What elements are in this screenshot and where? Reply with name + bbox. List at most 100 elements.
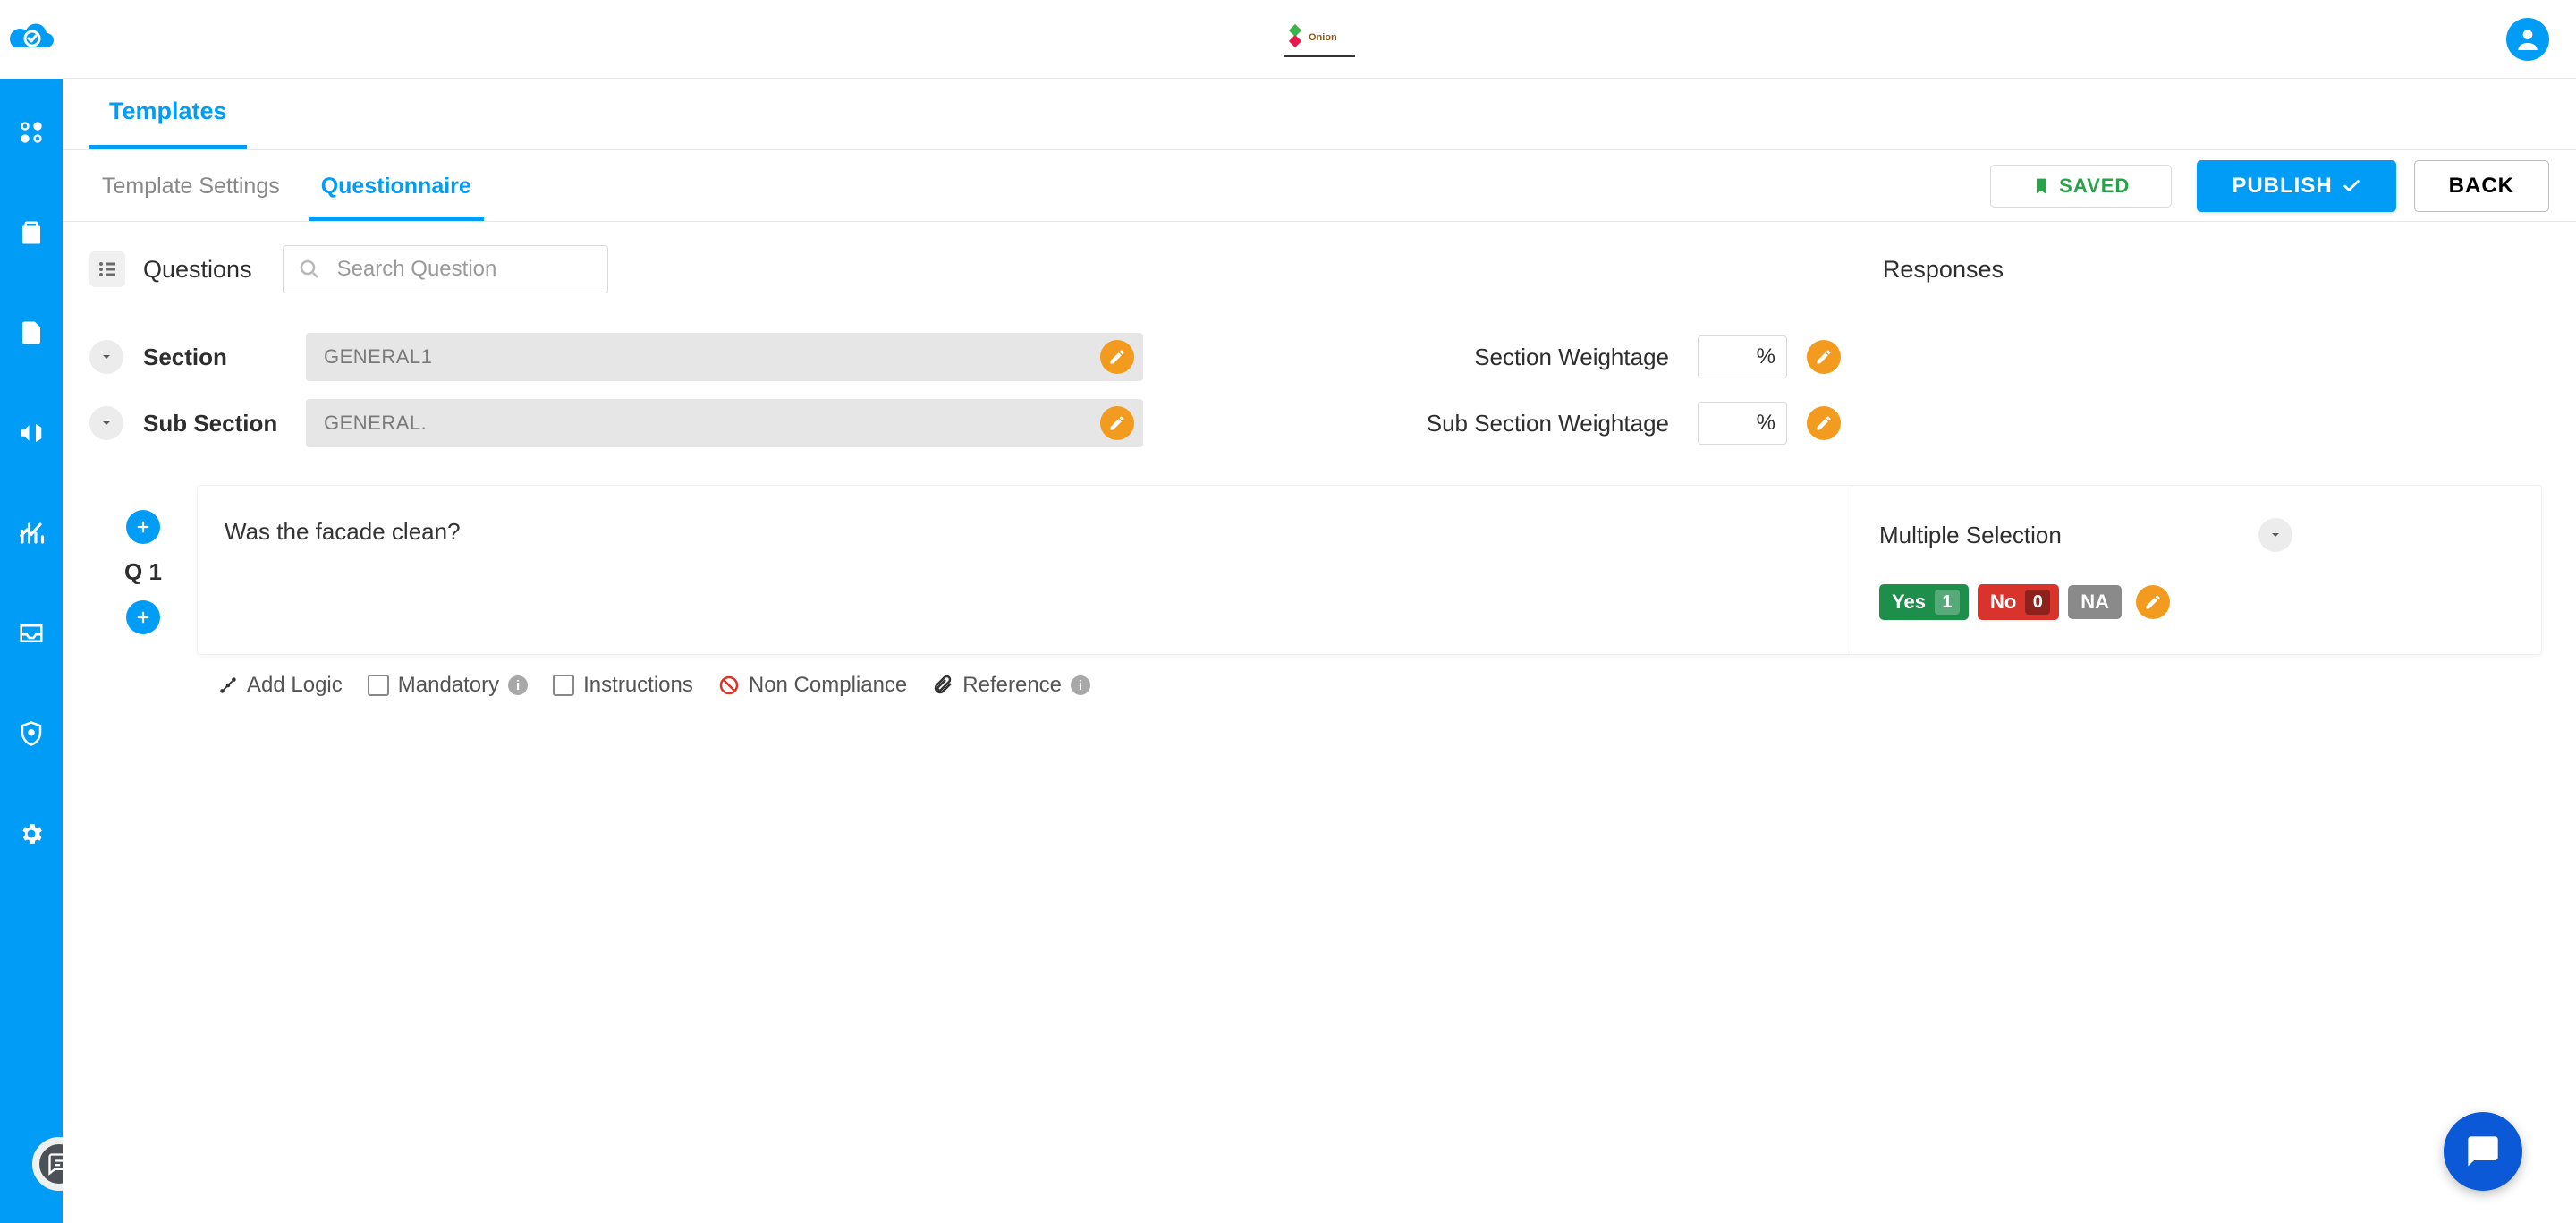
sidebar-item-document[interactable]	[13, 315, 49, 351]
edit-subsection-button[interactable]	[1100, 406, 1134, 440]
add-logic-button[interactable]: Add Logic	[218, 673, 343, 698]
answer-no-label: No	[1990, 590, 2016, 614]
answer-no[interactable]: No 0	[1978, 584, 2059, 620]
questions-header-row: Questions Responses	[89, 245, 2549, 293]
app-logo-wrap	[0, 0, 63, 79]
brand-logo: Onion	[1284, 21, 1355, 57]
app-logo	[5, 22, 57, 56]
question-number-label: Q 1	[124, 558, 162, 586]
edit-subsection-weightage-button[interactable]	[1807, 406, 1841, 440]
search-wrap	[283, 245, 608, 293]
response-type-row: Multiple Selection	[1879, 518, 2514, 552]
tab-templates[interactable]: Templates	[89, 78, 247, 149]
sidebar-item-settings[interactable]	[13, 816, 49, 852]
subsection-weightage-label: Sub Section Weightage	[1427, 410, 1669, 437]
section-collapse-toggle[interactable]	[89, 340, 123, 374]
ban-icon	[718, 675, 740, 696]
response-type-dropdown[interactable]	[2258, 518, 2292, 552]
content-body: Questions Responses Section GENERAL1	[63, 222, 2576, 721]
left-sidebar	[0, 0, 63, 1223]
section-row: Section GENERAL1 Section Weightage %	[89, 333, 2549, 381]
section-label: Section	[143, 344, 286, 371]
section-weightage-label: Section Weightage	[1474, 344, 1669, 371]
add-logic-label: Add Logic	[247, 673, 343, 698]
check-icon	[2342, 176, 2361, 196]
main-content: Templates Template Settings Questionnair…	[63, 79, 2576, 1223]
answer-na[interactable]: NA	[2068, 585, 2122, 619]
svg-text:Onion: Onion	[1309, 32, 1337, 43]
saved-indicator: SAVED	[1990, 165, 2172, 208]
info-icon: i	[508, 675, 528, 695]
answer-na-label: NA	[2080, 590, 2109, 614]
subsection-collapse-toggle[interactable]	[89, 406, 123, 440]
subsection-label: Sub Section	[143, 410, 286, 437]
edit-section-button[interactable]	[1100, 340, 1134, 374]
question-card: Was the facade clean? Multiple Selection…	[197, 485, 2542, 655]
saved-label: SAVED	[2059, 174, 2130, 198]
sidebar-item-inbox[interactable]	[13, 616, 49, 651]
section-weightage-input[interactable]: %	[1698, 335, 1787, 378]
sidebar-items	[13, 115, 49, 852]
question-sidebar: Q 1	[89, 485, 197, 655]
search-icon	[299, 259, 320, 280]
subsection-weightage-input[interactable]: %	[1698, 402, 1787, 445]
publish-label: PUBLISH	[2232, 174, 2332, 199]
publish-button[interactable]: PUBLISH	[2197, 160, 2395, 212]
section-name: GENERAL1	[324, 345, 432, 369]
search-input[interactable]	[283, 245, 608, 293]
add-question-above-button[interactable]	[126, 510, 160, 544]
answer-yes[interactable]: Yes 1	[1879, 584, 1969, 620]
answer-no-value: 0	[2025, 590, 2050, 615]
bookmark-icon	[2032, 177, 2050, 195]
reference-button[interactable]: Reference i	[932, 673, 1090, 698]
topbar: Onion	[63, 0, 2576, 79]
question-response-panel: Multiple Selection Yes 1 No 0	[1852, 486, 2541, 654]
subtab-questionnaire[interactable]: Questionnaire	[309, 152, 484, 221]
list-icon	[89, 251, 125, 287]
sidebar-item-megaphone[interactable]	[13, 415, 49, 451]
mandatory-toggle[interactable]: Mandatory i	[368, 673, 528, 698]
checkbox-icon	[368, 675, 389, 696]
back-button[interactable]: BACK	[2414, 160, 2549, 212]
question-area: Q 1 Was the facade clean? Multiple Selec…	[89, 485, 2549, 655]
subsection-weightage-unit: %	[1757, 411, 1775, 436]
sidebar-item-shield[interactable]	[13, 716, 49, 752]
add-question-below-button[interactable]	[126, 600, 160, 634]
support-chat-fab[interactable]	[2444, 1112, 2522, 1191]
checkbox-icon	[553, 675, 574, 696]
sidebar-item-clipboard[interactable]	[13, 215, 49, 251]
subheader: Template Settings Questionnaire SAVED PU…	[63, 150, 2576, 222]
response-type-label: Multiple Selection	[1879, 522, 2062, 549]
subsection-row: Sub Section GENERAL. Sub Section Weighta…	[89, 399, 2549, 447]
non-compliance-label: Non Compliance	[749, 673, 907, 698]
edit-answers-button[interactable]	[2136, 585, 2170, 619]
instructions-toggle[interactable]: Instructions	[553, 673, 693, 698]
reference-label: Reference	[962, 673, 1062, 698]
subtabs: Template Settings Questionnaire	[89, 150, 484, 221]
sidebar-item-apps[interactable]	[13, 115, 49, 150]
user-avatar[interactable]	[2506, 18, 2549, 61]
answer-yes-value: 1	[1935, 590, 1960, 615]
back-label: BACK	[2449, 174, 2514, 199]
responses-label: Responses	[1883, 256, 2004, 284]
subsection-name-box: GENERAL.	[306, 399, 1143, 447]
questions-label: Questions	[143, 256, 252, 284]
instructions-label: Instructions	[583, 673, 693, 698]
non-compliance-button[interactable]: Non Compliance	[718, 673, 907, 698]
branch-icon	[218, 675, 238, 695]
section-weightage-unit: %	[1757, 344, 1775, 369]
question-footer-toolbar: Add Logic Mandatory i Instructions Non C…	[197, 655, 2549, 698]
mandatory-label: Mandatory	[398, 673, 499, 698]
info-icon: i	[1071, 675, 1090, 695]
brand-underline	[1284, 55, 1355, 57]
question-text[interactable]: Was the facade clean?	[198, 486, 1852, 654]
tabbar-primary: Templates	[63, 79, 2576, 150]
subsection-name: GENERAL.	[324, 412, 427, 435]
answers-row: Yes 1 No 0 NA	[1879, 584, 2514, 620]
attachment-icon	[932, 675, 953, 696]
sidebar-item-analytics[interactable]	[13, 515, 49, 551]
section-name-box: GENERAL1	[306, 333, 1143, 381]
subtab-template-settings[interactable]: Template Settings	[89, 152, 292, 221]
edit-section-weightage-button[interactable]	[1807, 340, 1841, 374]
answer-yes-label: Yes	[1892, 590, 1926, 614]
